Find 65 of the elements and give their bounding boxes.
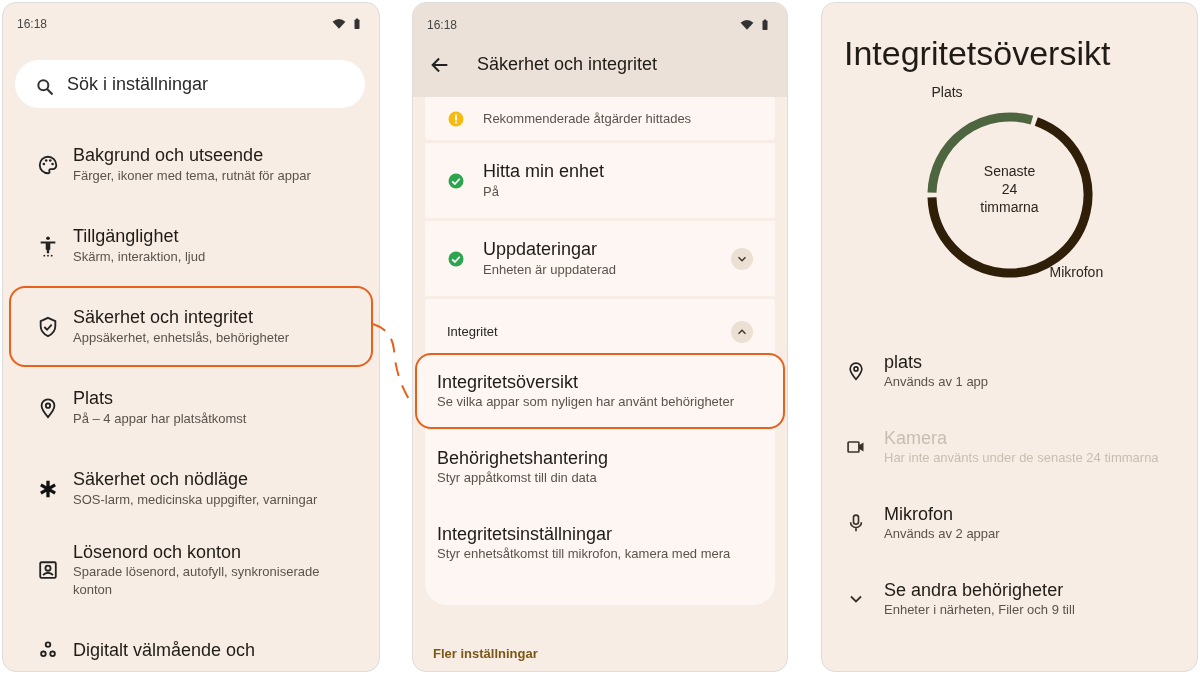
toolbar-title: Säkerhet och integritet (477, 52, 658, 76)
settings-item[interactable]: Säkerhet och nödläge SOS-larm, medicinska uppgifter, varningar (9, 448, 373, 529)
item-subtitle: Sparade lösenord, autofyll, synkroniserade konton (73, 563, 321, 599)
item-title: Plats (73, 387, 115, 410)
item-subtitle: SOS-larm, medicinska uppgifter, varningar (73, 490, 318, 509)
item-title: Behörighetshantering (437, 446, 610, 470)
item-subtitle: Färger, ikoner med tema, rutnät för appar (73, 166, 311, 185)
collapse-button[interactable] (731, 321, 753, 343)
location-pin-icon (846, 360, 866, 381)
permission-item[interactable]: plats Används av 1 app (822, 332, 1197, 409)
item-title: Hitta min enhet (483, 160, 605, 183)
privacy-item[interactable]: Behörighetshantering Styr appåtkomst till din data (415, 429, 785, 505)
chart-label: Mikrofon (1049, 262, 1104, 282)
page-title: Integritetsöversikt (843, 33, 1112, 74)
item-subtitle: Enheten är uppdaterad (483, 260, 616, 279)
item-subtitle: Skärm, interaktion, ljud (73, 247, 206, 266)
security-card[interactable]: Rekommenderade åtgärder hittades (425, 97, 775, 140)
item-subtitle: Appsäkerhet, enhetslås, behörigheter (73, 328, 290, 347)
search-icon (35, 76, 55, 97)
item-subtitle: Används av 1 app (884, 373, 989, 391)
item-subtitle: Används av 2 appar (884, 525, 1000, 543)
chart-center-text: Senaste 24 timmarna (979, 161, 1040, 217)
settings-item[interactable]: Tillgänglighet Skärm, interaktion, ljud (9, 205, 373, 286)
item-title: Säkerhet och nödläge (73, 468, 250, 491)
shield-check-icon (37, 315, 59, 338)
security-card[interactable]: Uppdateringar Enheten är uppdaterad (425, 221, 775, 296)
item-title: Mikrofon (884, 502, 955, 526)
settings-item[interactable]: Digitalt välmående och (9, 610, 373, 671)
item-subtitle: Enheter i närheten, Filer och 9 till (884, 601, 1075, 619)
wifi-icon (740, 18, 754, 32)
item-subtitle: Styr appåtkomst till din data (437, 469, 598, 487)
item-subtitle: Se vilka appar som nyligen har använt behörigheter (437, 393, 735, 411)
item-title: Lösenord och konton (73, 540, 243, 564)
permission-item[interactable]: Se andra behörigheter Enheter i närheten, Filer och 9 till (822, 560, 1197, 637)
item-subtitle: På – 4 appar har platsåtkomst (73, 409, 247, 428)
item-title: Integritetsöversikt (437, 370, 580, 394)
item-subtitle: På (483, 182, 500, 201)
more-settings-link[interactable]: Fler inställningar (433, 643, 538, 663)
status-time: 16:18 (17, 16, 48, 33)
item-title: Säkerhet och integritet (73, 306, 255, 329)
chart-label: Plats (931, 82, 963, 102)
wifi-icon (332, 17, 346, 31)
item-subtitle: Styr enhetsåtkomst till mikrofon, kamera med mera (437, 545, 732, 563)
contact-card-icon (37, 558, 59, 581)
item-subtitle: Rekommenderade åtgärder hittades (483, 109, 692, 128)
security-card[interactable]: Hitta min enhet På (425, 143, 775, 218)
item-title: Uppdateringar (483, 238, 599, 261)
search-field[interactable]: Sök i inställningar (15, 60, 365, 108)
settings-item[interactable]: Plats På – 4 appar har platsåtkomst (9, 367, 373, 448)
item-title: Integritetsinställningar (437, 522, 614, 546)
settings-item[interactable]: Bakgrund och utseende Färger, ikoner med tema, rutnät för appar (9, 124, 373, 205)
item-title: Tillgänglighet (73, 225, 180, 248)
palette-icon (37, 153, 59, 176)
status-time: 16:18 (427, 17, 458, 34)
item-title: Bakgrund och utseende (73, 144, 265, 167)
item-title: plats (884, 350, 924, 374)
settings-item[interactable]: Säkerhet och integritet Appsäkerhet, enhetslås, behörigheter (9, 286, 373, 367)
settings-item[interactable]: Lösenord och konton Sparade lösenord, autofyll, synkroniserade konton (9, 529, 373, 610)
expand-button[interactable] (731, 247, 753, 270)
privacy-item[interactable]: Integritetsöversikt Se vilka appar som nyligen har använt behörigheter (415, 353, 785, 429)
section-title: Integritet (447, 323, 498, 342)
permission-item[interactable]: Mikrofon Används av 2 appar (822, 484, 1197, 561)
item-title: Digitalt välmående och (73, 639, 256, 662)
item-title: Se andra behörigheter (884, 578, 1065, 602)
privacy-item[interactable]: Integritetsinställningar Styr enhetsåtkomst till mikrofon, kamera med mera (415, 505, 785, 581)
